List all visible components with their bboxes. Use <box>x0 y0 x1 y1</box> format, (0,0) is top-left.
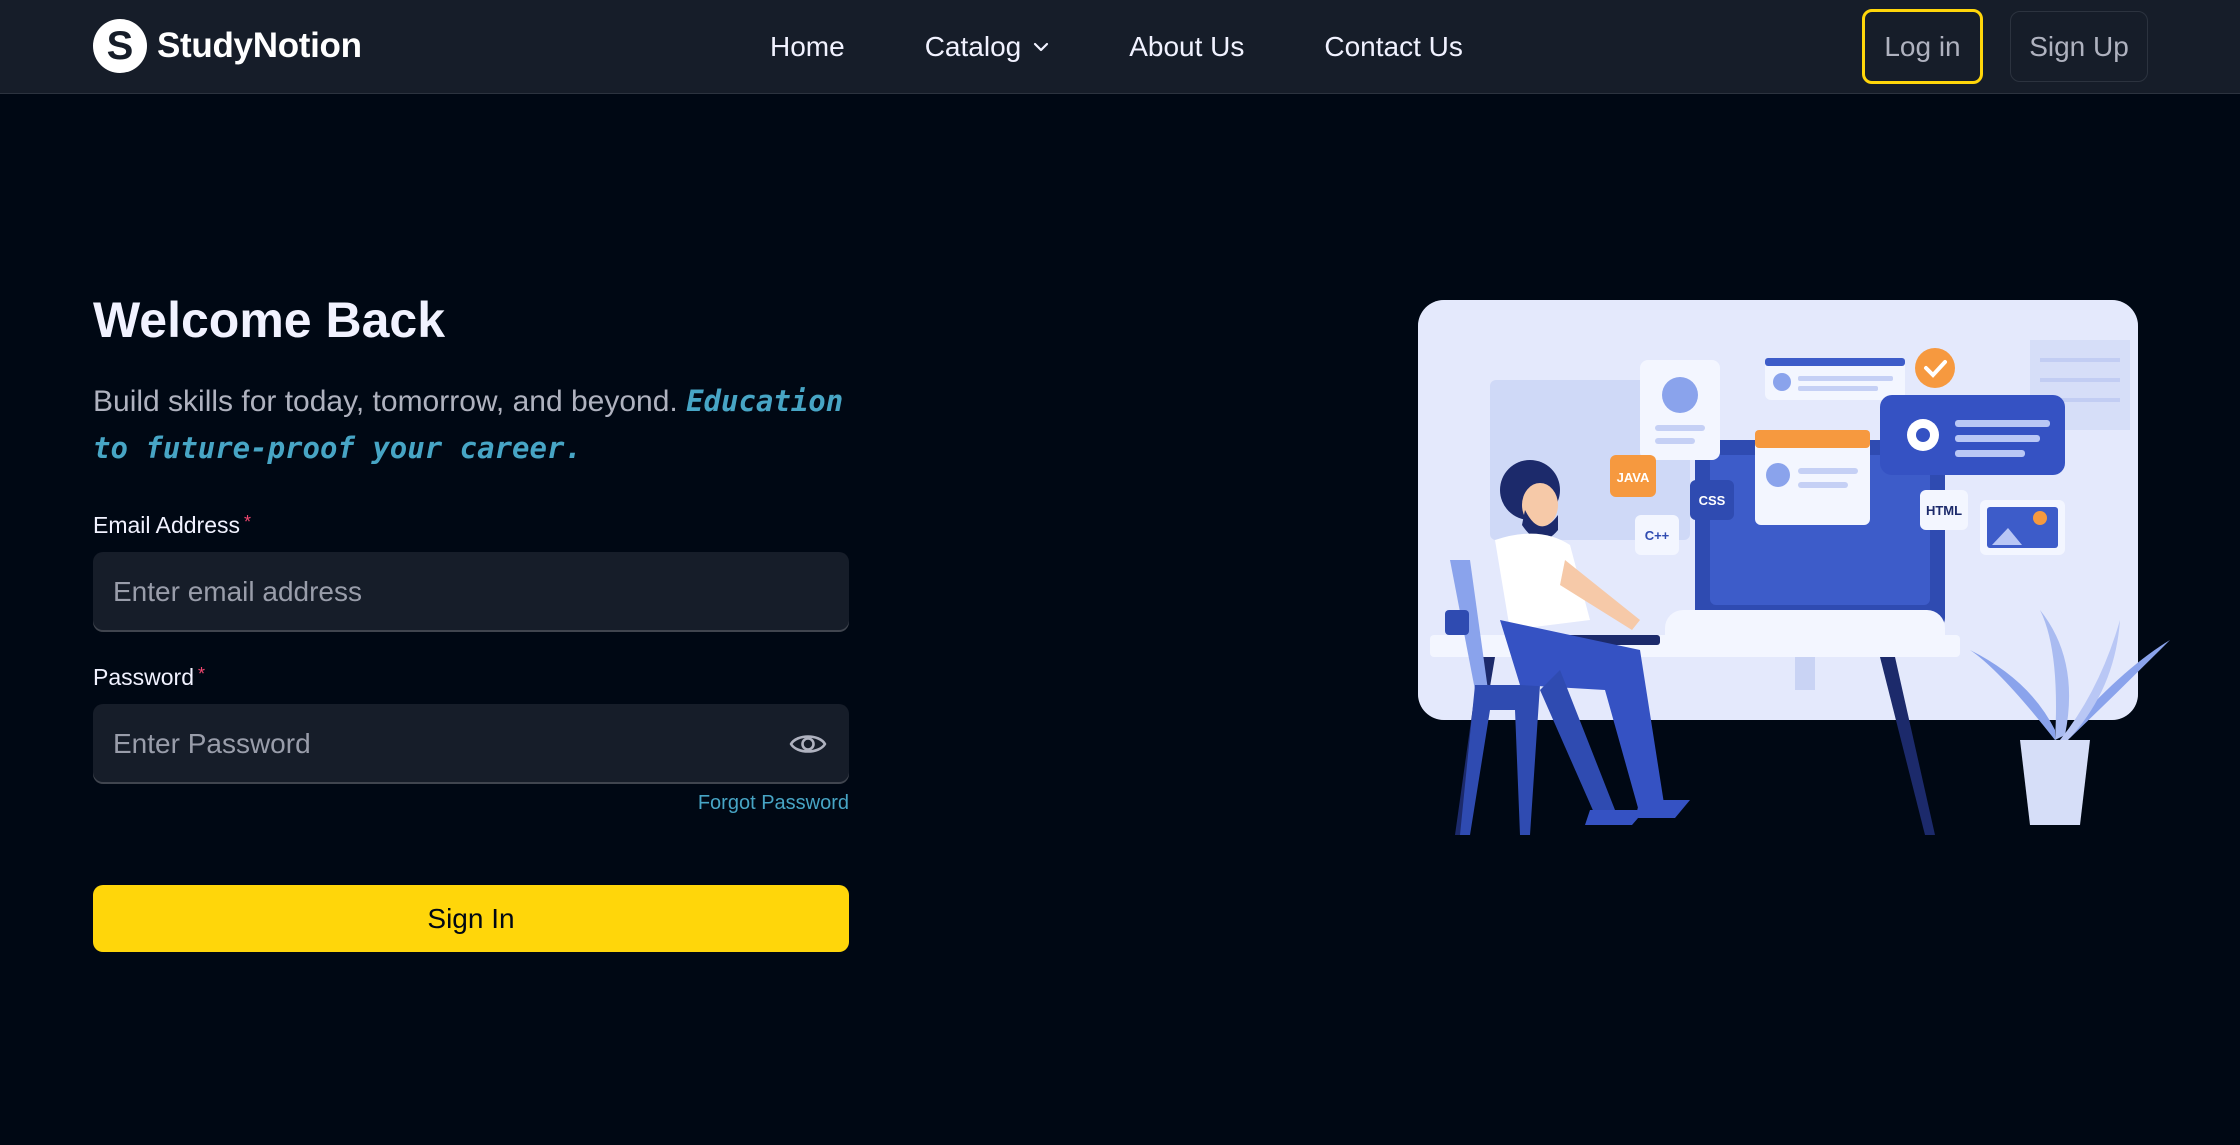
tag-html: HTML <box>1926 503 1962 518</box>
password-label-text: Password <box>93 664 194 690</box>
login-illustration: JAVA CSS C++ HTML <box>1400 290 2200 850</box>
email-label-text: Email Address <box>93 512 241 538</box>
password-field-container <box>93 704 849 784</box>
sign-in-button[interactable]: Sign In <box>93 885 849 952</box>
logo-letter: S <box>106 24 134 68</box>
forgot-password-link[interactable]: Forgot Password <box>650 792 849 815</box>
chevron-down-icon <box>1033 42 1049 52</box>
nav-contact[interactable]: Contact Us <box>1324 31 1463 63</box>
email-field[interactable] <box>93 552 849 632</box>
brand-logo[interactable]: S StudyNotion <box>93 19 362 73</box>
email-required-mark: * <box>244 512 252 532</box>
email-label: Email Address * <box>93 512 251 539</box>
nav-links: Home Catalog About Us Contact Us <box>770 0 1463 94</box>
signup-button[interactable]: Sign Up <box>2010 11 2148 82</box>
subtitle-text: Build skills for today, tomorrow, and be… <box>93 385 678 418</box>
tag-java: JAVA <box>1617 470 1650 485</box>
nav-about[interactable]: About Us <box>1129 31 1244 63</box>
page-title: Welcome Back <box>93 292 446 348</box>
nav-about-label: About Us <box>1129 31 1245 62</box>
password-field[interactable] <box>93 704 849 784</box>
nav-home[interactable]: Home <box>770 31 845 63</box>
password-label: Password * <box>93 664 205 691</box>
eye-icon[interactable] <box>789 728 827 760</box>
logo-s-icon: S <box>93 19 147 73</box>
tag-cpp: C++ <box>1645 528 1670 543</box>
nav-contact-label: Contact Us <box>1324 31 1463 62</box>
nav-catalog-label: Catalog <box>924 31 1022 62</box>
tag-css: CSS <box>1699 493 1726 508</box>
nav-catalog[interactable]: Catalog <box>925 31 1050 63</box>
page-subtitle: Build skills for today, tomorrow, and be… <box>93 378 853 472</box>
navbar: S StudyNotion Home Catalog About Us Cont… <box>0 0 2240 94</box>
brand-name: StudyNotion <box>157 26 362 65</box>
login-button[interactable]: Log in <box>1862 9 1983 84</box>
email-field-container <box>93 552 849 632</box>
subtitle-end: . <box>564 431 582 465</box>
nav-home-label: Home <box>770 31 845 62</box>
password-required-mark: * <box>197 664 205 684</box>
